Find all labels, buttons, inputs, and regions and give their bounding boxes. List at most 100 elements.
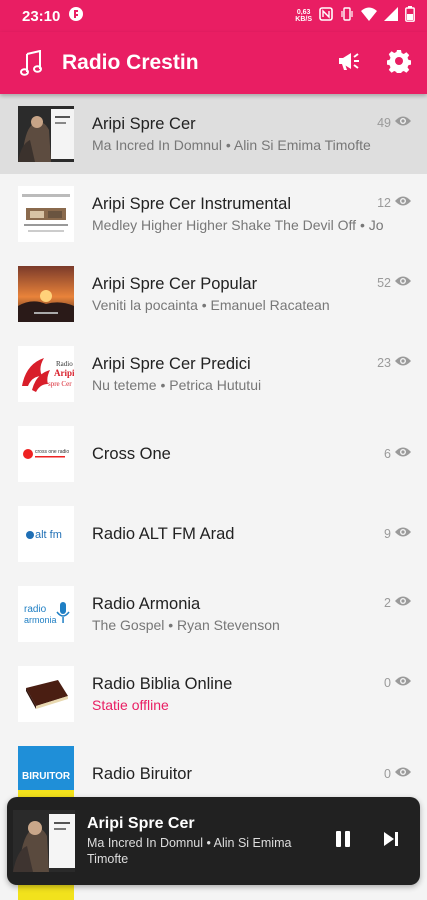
eye-icon	[395, 595, 411, 610]
station-texts: Radio Biblia Online Statie offline	[92, 675, 411, 713]
next-station-thumbnail-peek	[18, 885, 74, 900]
eye-icon	[395, 766, 411, 781]
network-speed-unit: KB/S	[295, 16, 312, 23]
listener-count-value: 23	[377, 355, 391, 370]
station-now-playing: Medley Higher Higher Shake The Devil Off…	[92, 217, 384, 233]
svg-text:cross one radio: cross one radio	[35, 449, 69, 455]
player-subtitle: Ma Incred In Domnul • Alin Si Emima Timo…	[87, 836, 292, 866]
signal-icon	[384, 7, 398, 25]
svg-text:Aripi: Aripi	[54, 368, 74, 378]
listener-count-value: 12	[377, 195, 391, 210]
svg-text:armonia: armonia	[24, 615, 57, 625]
listener-count-value: 49	[377, 115, 391, 130]
station-row[interactable]: Aripi Spre Cer Instrumental Medley Higher…	[0, 174, 427, 254]
station-name: Cross One	[92, 444, 171, 463]
status-time: 23:10	[22, 7, 61, 25]
station-texts: Aripi Spre Cer Instrumental Medley Higher…	[92, 195, 411, 233]
eye-icon	[395, 526, 411, 541]
nfc-icon	[319, 7, 333, 25]
station-name: Radio Biruitor	[92, 764, 192, 783]
station-thumbnail	[18, 106, 74, 162]
listener-count-value: 9	[384, 526, 391, 541]
station-thumbnail: Radio Aripi spre Cer	[18, 346, 74, 402]
station-offline-status: Statie offline	[92, 697, 169, 713]
station-thumbnail	[18, 186, 74, 242]
station-thumbnail: radio armonia	[18, 586, 74, 642]
station-now-playing: Nu teteme • Petrica Hututui	[92, 377, 262, 393]
listener-count: 49	[373, 115, 411, 130]
station-name: Aripi Spre Cer Predici	[92, 355, 251, 373]
station-row[interactable]: alt fm Radio ALT FM Arad 9	[0, 494, 427, 574]
skip-next-icon[interactable]	[382, 830, 400, 853]
station-texts: Aripi Spre Cer Popular Veniti la pocainta…	[92, 275, 411, 313]
notification-icon	[68, 6, 84, 26]
listener-count: 0	[380, 766, 411, 781]
player-thumbnail	[13, 810, 75, 872]
listener-count-value: 6	[384, 446, 391, 461]
eye-icon	[395, 275, 411, 290]
station-texts: Aripi Spre Cer Ma Incred In Domnul • Alin…	[92, 115, 411, 153]
eye-icon	[395, 675, 411, 690]
station-thumbnail	[18, 666, 74, 722]
status-bar: 23:10 0,63 KB/S	[0, 0, 427, 32]
listener-count: 23	[373, 355, 411, 370]
eye-icon	[395, 115, 411, 130]
station-row[interactable]: Radio Biblia Online Statie offline 0	[0, 654, 427, 734]
listener-count: 6	[380, 446, 411, 461]
station-texts: Aripi Spre Cer Predici Nu teteme • Petric…	[92, 355, 411, 393]
svg-text:Radio: Radio	[56, 360, 73, 368]
listener-count-value: 2	[384, 595, 391, 610]
station-texts: Radio Biruitor	[92, 765, 411, 784]
station-texts: Radio ALT FM Arad	[92, 525, 411, 544]
listener-count: 12	[373, 195, 411, 210]
station-row[interactable]: radio armonia Radio Armonia The Gospel • Ry…	[0, 574, 427, 654]
station-thumbnail	[18, 266, 74, 322]
battery-icon	[405, 6, 415, 26]
station-texts: Radio Armonia The Gospel • Ryan Stevenson	[92, 595, 411, 633]
station-row[interactable]: Radio Aripi spre Cer Aripi Spre Cer Predici…	[0, 334, 427, 414]
svg-text:spre Cer: spre Cer	[48, 380, 72, 388]
station-thumbnail: cross one radio	[18, 426, 74, 482]
station-name: Radio Biblia Online	[92, 675, 233, 693]
mini-player[interactable]: Aripi Spre Cer Ma Incred In Domnul • Ali…	[7, 797, 420, 885]
app-bar: Radio Crestin	[0, 32, 427, 94]
station-name: Aripi Spre Cer Popular	[92, 275, 258, 293]
network-speed-value: 0,63	[296, 9, 311, 16]
svg-text:alt fm: alt fm	[35, 529, 62, 541]
listener-count-value: 0	[384, 766, 391, 781]
listener-count: 52	[373, 275, 411, 290]
pause-icon[interactable]	[334, 829, 352, 854]
music-note-icon	[0, 50, 62, 76]
station-now-playing: The Gospel • Ryan Stevenson	[92, 617, 280, 633]
eye-icon	[395, 195, 411, 210]
network-speed: 0,63 KB/S	[295, 9, 312, 23]
svg-text:radio: radio	[24, 604, 47, 615]
station-thumbnail: BIRUITOR	[18, 746, 74, 802]
player-title: Aripi Spre Cer	[87, 815, 195, 832]
station-row[interactable]: cross one radio Cross One 6	[0, 414, 427, 494]
settings-gear-icon[interactable]	[386, 49, 412, 78]
listener-count-value: 0	[384, 675, 391, 690]
wifi-icon	[361, 7, 377, 25]
announcement-icon[interactable]	[337, 50, 361, 77]
station-thumbnail: alt fm	[18, 506, 74, 562]
station-texts: Cross One	[92, 445, 411, 464]
eye-icon	[395, 355, 411, 370]
station-now-playing: Ma Incred In Domnul • Alin Si Emima Timo…	[92, 137, 371, 153]
svg-text:BIRUITOR: BIRUITOR	[22, 771, 71, 782]
app-title: Radio Crestin	[62, 51, 199, 74]
station-name: Radio Armonia	[92, 595, 201, 613]
listener-count: 9	[380, 526, 411, 541]
station-list[interactable]: Aripi Spre Cer Ma Incred In Domnul • Alin…	[0, 94, 427, 900]
listener-count: 0	[380, 675, 411, 690]
station-name: Aripi Spre Cer Instrumental	[92, 195, 291, 213]
listener-count: 2	[380, 595, 411, 610]
eye-icon	[395, 446, 411, 461]
station-now-playing: Veniti la pocainta • Emanuel Racatean	[92, 297, 330, 313]
station-row[interactable]: Aripi Spre Cer Ma Incred In Domnul • Alin…	[0, 94, 427, 174]
station-name: Radio ALT FM Arad	[92, 524, 235, 543]
station-row[interactable]: Aripi Spre Cer Popular Veniti la pocainta…	[0, 254, 427, 334]
listener-count-value: 52	[377, 275, 391, 290]
vibrate-icon	[340, 7, 354, 25]
station-name: Aripi Spre Cer	[92, 115, 196, 133]
